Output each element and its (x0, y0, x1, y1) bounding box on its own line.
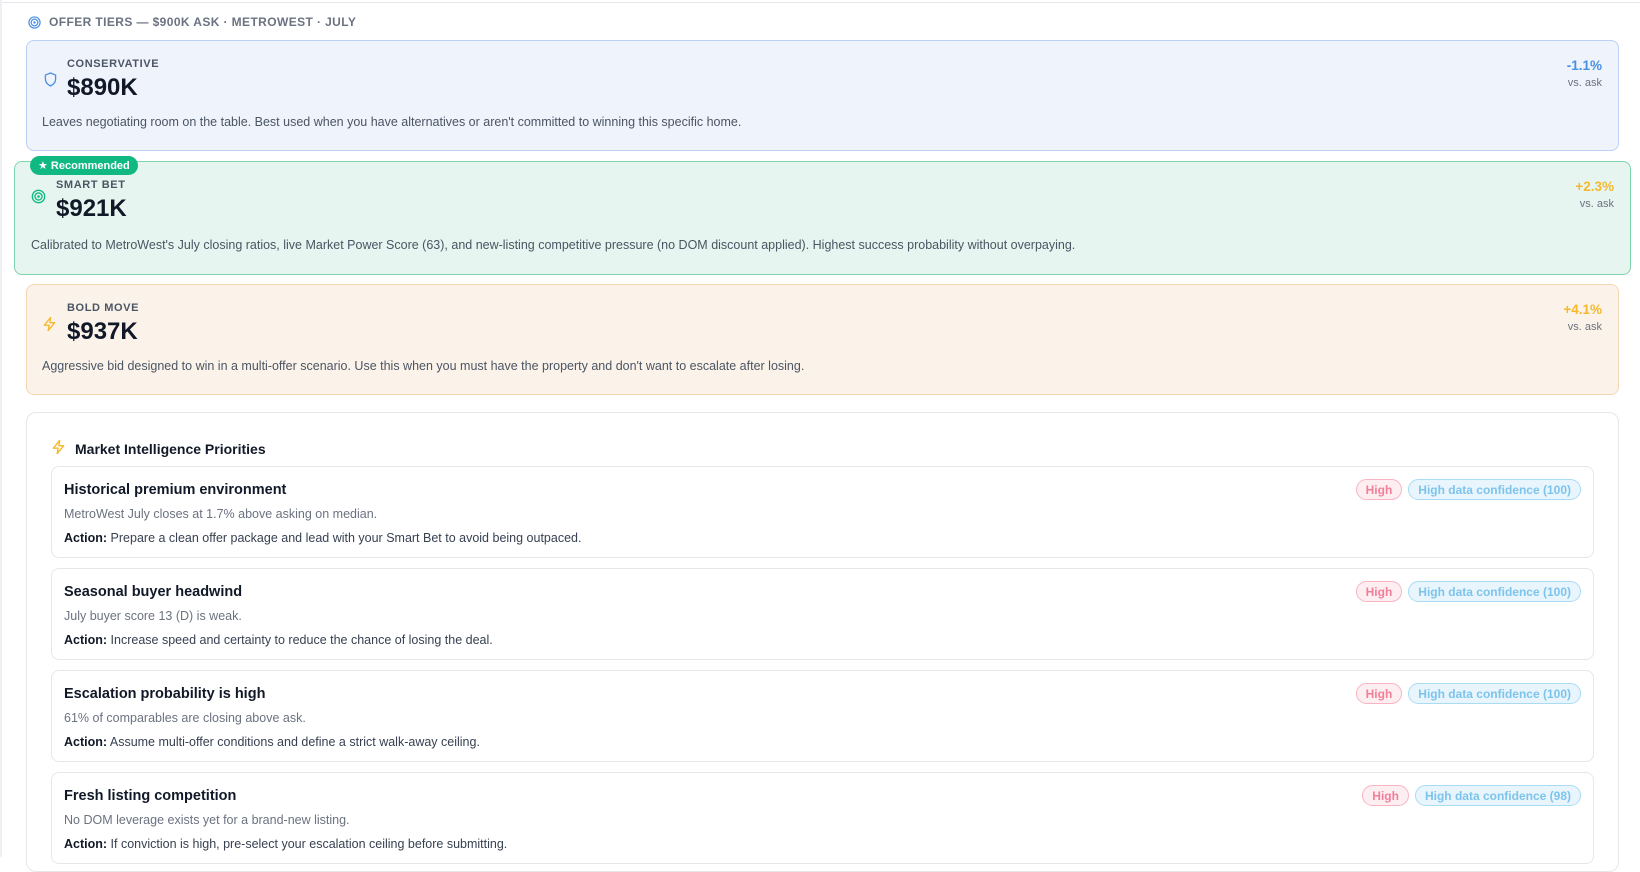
panel-header: Market Intelligence Priorities (51, 439, 266, 458)
confidence-badge: High data confidence (100) (1408, 683, 1581, 704)
priority-description: July buyer score 13 (D) is weak. (64, 609, 242, 623)
confidence-badge: High data confidence (98) (1414, 785, 1581, 806)
priority-tags: High High data confidence (100) (1355, 479, 1581, 500)
priority-tags: High High data confidence (100) (1355, 683, 1581, 704)
tier-percent: +2.3% (1575, 179, 1614, 194)
action-text: Assume multi-offer conditions and define… (109, 735, 480, 749)
panel-title: Market Intelligence Priorities (75, 440, 266, 457)
target-icon (31, 189, 46, 209)
priority-action: Action: Prepare a clean offer package an… (64, 531, 581, 545)
action-text: Prepare a clean offer package and lead w… (110, 531, 582, 545)
tier-percent: +4.1% (1563, 302, 1602, 317)
market-intelligence-panel: Market Intelligence Priorities Historica… (26, 412, 1619, 872)
priority-card[interactable]: Fresh listing competition High High data… (51, 772, 1594, 864)
priority-card[interactable]: Historical premium environment High High… (51, 466, 1594, 558)
lightning-icon (51, 439, 66, 458)
action-text: If conviction is high, pre-select your e… (110, 837, 508, 851)
left-edge (0, 0, 2, 857)
severity-badge: High (1355, 479, 1403, 500)
priority-title: Historical premium environment (64, 482, 287, 498)
priority-action: Action: Assume multi-offer conditions an… (64, 735, 480, 749)
priority-title: Seasonal buyer headwind (64, 584, 243, 600)
priority-action: Action: Increase speed and certainty to … (64, 633, 493, 647)
target-icon (28, 15, 41, 29)
action-label: Action: (64, 735, 108, 749)
tier-description: Aggressive bid designed to win in a mult… (42, 359, 805, 373)
tier-percent: -1.1% (1566, 58, 1602, 73)
confidence-badge: High data confidence (100) (1408, 479, 1581, 500)
action-label: Action: (64, 837, 108, 851)
shield-icon (44, 72, 57, 92)
tier-description: Leaves negotiating room on the table. Be… (42, 115, 742, 129)
priority-card[interactable]: Seasonal buyer headwind High High data c… (51, 568, 1594, 660)
tier-label: SMART BET (56, 179, 126, 191)
tier-price: $890K (67, 74, 138, 101)
severity-badge: High (1355, 581, 1403, 602)
tier-price: $937K (67, 318, 138, 345)
priority-action: Action: If conviction is high, pre-selec… (64, 837, 507, 851)
confidence-badge: High data confidence (100) (1408, 581, 1581, 602)
tier-description: Calibrated to MetroWest's July closing r… (31, 238, 1076, 252)
action-label: Action: (64, 531, 108, 545)
action-text: Increase speed and certainty to reduce t… (110, 633, 493, 647)
severity-badge: High (1362, 785, 1409, 806)
priority-card[interactable]: Escalation probability is high High High… (51, 670, 1594, 762)
tier-card-smart-bet[interactable]: SMART BET $921K +2.3% vs. ask Calibrated… (14, 161, 1631, 275)
priority-description: 61% of comparables are closing above ask… (64, 711, 306, 725)
priority-description: No DOM leverage exists yet for a brand-n… (64, 813, 350, 827)
tier-vs-ask: vs. ask (1567, 321, 1602, 333)
section-header: OFFER TIERS — $900K ASK · METROWEST · JU… (28, 13, 356, 31)
severity-badge: High (1355, 683, 1403, 704)
tier-card-bold-move[interactable]: BOLD MOVE $937K +4.1% vs. ask Aggressive… (26, 284, 1619, 395)
tier-vs-ask: vs. ask (1567, 77, 1602, 89)
tier-label: BOLD MOVE (67, 302, 140, 314)
recommended-badge: ★ Recommended (30, 156, 138, 175)
action-label: Action: (64, 633, 108, 647)
tier-card-conservative[interactable]: CONSERVATIVE $890K -1.1% vs. ask Leaves … (26, 40, 1619, 151)
tier-price: $921K (56, 195, 127, 222)
priority-title: Escalation probability is high (64, 686, 266, 702)
lightning-icon (42, 316, 57, 337)
priority-tags: High High data confidence (100) (1355, 581, 1581, 602)
priority-description: MetroWest July closes at 1.7% above aski… (64, 507, 378, 521)
tier-vs-ask: vs. ask (1579, 198, 1614, 210)
priority-title: Fresh listing competition (64, 788, 237, 804)
tier-label: CONSERVATIVE (67, 58, 160, 70)
priority-tags: High High data confidence (98) (1362, 785, 1581, 806)
section-title: OFFER TIERS — $900K ASK · METROWEST · JU… (49, 15, 357, 29)
